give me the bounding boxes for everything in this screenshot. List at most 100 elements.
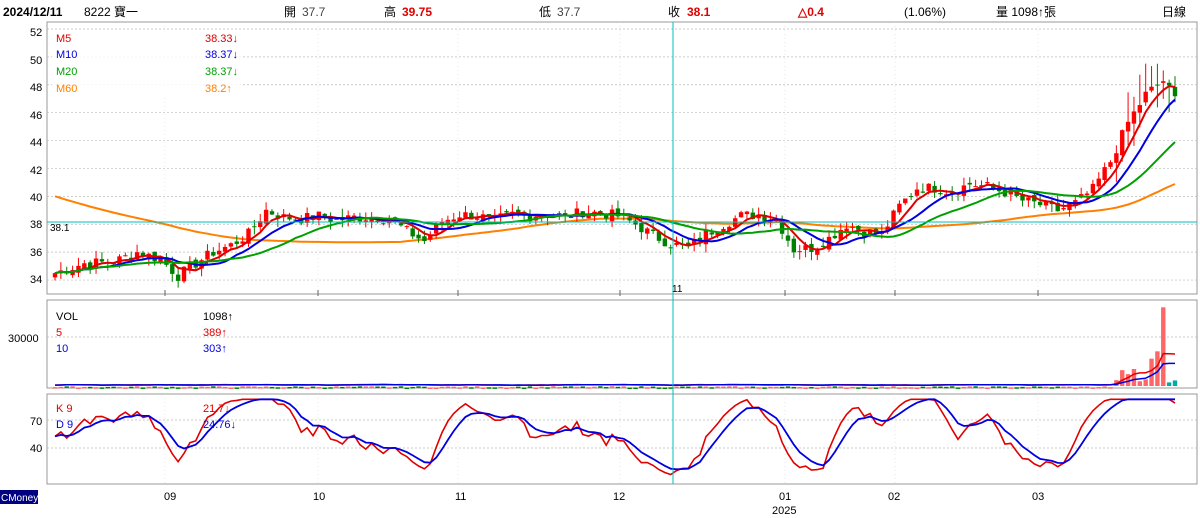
volume-bar	[914, 387, 920, 390]
volume-bar	[1043, 386, 1049, 389]
legend-d-name: D 9	[56, 419, 73, 431]
volume-bar	[1137, 381, 1143, 386]
candle-body	[1149, 86, 1154, 91]
volume-bar	[392, 386, 398, 389]
volume-bar	[222, 386, 228, 389]
legend-m5-name: M5	[56, 33, 71, 45]
volume-bar	[240, 386, 245, 388]
volume-bar	[211, 386, 216, 388]
kd-tick-70: 70	[30, 416, 42, 428]
header-open-label: 開	[284, 5, 296, 19]
volume-bar	[521, 387, 527, 390]
volume-bar	[463, 386, 468, 388]
volume-bar	[351, 386, 357, 389]
volume-bar	[170, 386, 175, 389]
volume-bar	[516, 386, 521, 389]
month-10: 10	[313, 491, 325, 503]
price-tick-38: 38	[30, 219, 42, 231]
month-12: 12	[613, 491, 625, 503]
volume-bar	[715, 386, 720, 388]
header-close: 38.1	[687, 5, 711, 19]
header-low: 37.7	[557, 5, 581, 19]
price-tick-36: 36	[30, 247, 42, 259]
volume-bar	[1166, 382, 1172, 386]
candle-body	[568, 216, 574, 219]
volume-bar	[1049, 387, 1055, 389]
volume-bar	[1032, 386, 1037, 388]
volume-bar	[862, 386, 867, 389]
volume-bar	[70, 386, 75, 388]
volume-bar	[768, 386, 773, 389]
volume-bar	[457, 387, 462, 389]
header-change: △0.4	[797, 5, 824, 19]
volume-bar	[903, 387, 908, 389]
price-tick-48: 48	[30, 82, 42, 94]
candle-body	[1084, 193, 1090, 196]
volume-bar	[744, 386, 750, 389]
volume-bar	[944, 386, 949, 389]
volume-bar	[844, 387, 849, 389]
volume-bar	[469, 387, 474, 389]
brand-label[interactable]: CMoney	[1, 493, 38, 504]
volume-bar	[609, 386, 615, 388]
volume-bar	[1102, 386, 1107, 389]
volume-bar	[216, 386, 222, 388]
volume-bar	[791, 386, 797, 389]
volume-bar	[703, 386, 709, 389]
candle-body	[334, 218, 339, 220]
volume-bar	[815, 387, 820, 390]
candle-body	[287, 216, 292, 220]
volume-bar	[1008, 387, 1014, 389]
header-stock: 8222 寶一	[84, 4, 138, 19]
volume-bar	[398, 386, 404, 388]
candle-body	[973, 186, 978, 188]
volume-bar	[627, 387, 632, 390]
volume-bar	[656, 387, 662, 389]
candle-body	[175, 274, 181, 281]
volume-bar	[140, 387, 146, 389]
price-tick-50: 50	[30, 55, 42, 67]
legend-vol10-value: 303↑	[203, 343, 227, 355]
volume-bar	[269, 386, 275, 389]
candle-body	[903, 198, 908, 204]
candle-body	[252, 226, 257, 228]
volume-bar	[328, 387, 333, 389]
volume-bar	[920, 386, 926, 389]
candle-body	[738, 212, 744, 218]
volume-bar	[510, 387, 515, 389]
volume-bar	[973, 386, 978, 388]
volume-bar	[1020, 386, 1025, 389]
volume-bar	[545, 387, 550, 389]
volume-bar	[967, 386, 972, 388]
volume-bar	[369, 386, 374, 388]
kd-tick-40: 40	[30, 443, 42, 455]
candle-body	[920, 191, 926, 193]
volume-bar	[451, 386, 456, 389]
candle-body	[1096, 178, 1101, 187]
header-open: 37.7	[302, 5, 326, 19]
price-tick-42: 42	[30, 165, 42, 177]
candle-body	[985, 182, 990, 184]
year-2025: 2025	[772, 505, 796, 517]
candle-body	[897, 203, 902, 213]
volume-bar	[879, 386, 885, 388]
legend-m60-value: 38.2↑	[205, 83, 232, 95]
volume-bar	[498, 386, 503, 389]
volume-bar	[938, 386, 943, 388]
volume-bar	[633, 387, 638, 390]
volume-bar	[187, 386, 193, 389]
volume-bar	[58, 386, 64, 389]
volume-bar	[662, 387, 668, 390]
candle-body	[1166, 82, 1172, 86]
volume-bar	[105, 386, 110, 389]
volume-bar	[404, 387, 410, 390]
volume-bar	[568, 386, 574, 388]
candle-body	[1114, 153, 1119, 163]
candle-body	[269, 211, 275, 215]
header-period[interactable]: 日線	[1162, 4, 1186, 19]
price-tick-52: 52	[30, 27, 42, 39]
volume-bar	[1014, 387, 1019, 389]
volume-bar	[205, 386, 210, 389]
legend-m10-value: 38.37↓	[205, 49, 238, 61]
candle-body	[1143, 91, 1148, 103]
